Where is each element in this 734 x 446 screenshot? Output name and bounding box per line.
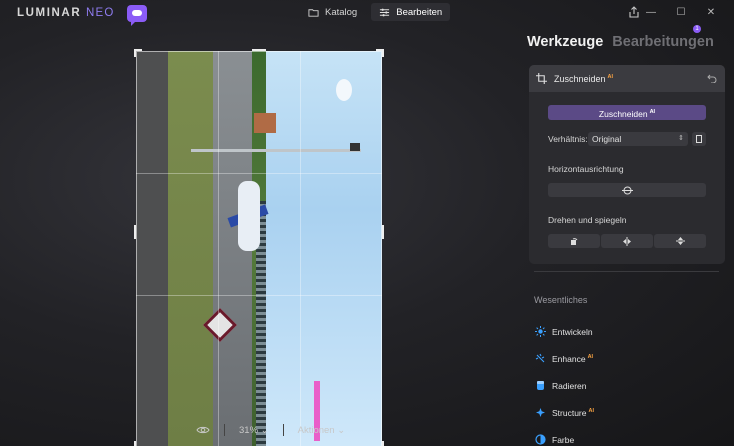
panel-divider <box>534 271 719 272</box>
sparkle-icon <box>535 353 546 364</box>
tool-farbe[interactable]: Farbe <box>535 426 594 446</box>
close-icon[interactable]: ✕ <box>696 5 726 19</box>
photo-road <box>136 51 168 446</box>
actions-label: Aktionen <box>297 424 335 436</box>
tool-label: Farbe <box>552 434 575 445</box>
titlebar: LUMINAR NEO Katalog Bearbeiten — ☐ ✕ <box>0 0 734 27</box>
tab-bearbeiten-label: Bearbeiten <box>396 6 443 18</box>
crop-handle-right[interactable] <box>382 225 384 239</box>
logo-neo-text: NEO <box>86 7 115 19</box>
photo-cloud <box>336 79 352 101</box>
photo-lamp-pole <box>191 149 361 152</box>
ai-badge: AI <box>607 73 614 80</box>
tab-katalog-label: Katalog <box>325 6 358 18</box>
ai-crop-button-label: Zuschneiden <box>598 108 648 119</box>
zoom-select[interactable]: 31% ⌄ <box>239 425 269 436</box>
tab-werkzeuge[interactable]: Werkzeuge <box>527 34 603 50</box>
crop-grid-line <box>218 51 219 446</box>
tool-label: Radieren <box>552 380 587 391</box>
tool-structure[interactable]: Structure AI <box>535 399 594 426</box>
photo-plane <box>238 181 260 251</box>
ai-badge: AI <box>587 353 594 360</box>
minimize-icon[interactable]: — <box>636 5 666 19</box>
flip-vertical-button[interactable] <box>654 234 706 248</box>
tab-bearbeitungen[interactable]: Bearbeitungen <box>612 34 714 50</box>
zoom-value: 31% <box>239 424 259 436</box>
crop-handle-top[interactable] <box>252 49 266 51</box>
photo-lamp <box>350 143 360 151</box>
flip-horizontal-icon <box>623 236 631 246</box>
bottom-toolbar: 31% ⌄ Aktionen ⌄ <box>196 421 345 439</box>
tool-radieren[interactable]: Radieren <box>535 372 594 399</box>
crop-tool-panel: Zuschneiden AI Zuschneiden AI Verhältnis: … <box>529 65 725 264</box>
tool-enhance[interactable]: Enhance AI <box>535 345 594 372</box>
undo-icon[interactable] <box>707 73 717 83</box>
crop-grid-line <box>136 295 382 296</box>
ratio-value: Original <box>592 134 622 144</box>
crop-grid-line <box>136 173 382 174</box>
folder-icon <box>308 8 319 17</box>
window-controls: — ☐ ✕ <box>636 5 726 19</box>
sliders-icon <box>380 8 390 16</box>
tab-bearbeiten[interactable]: Bearbeiten <box>371 3 451 21</box>
ratio-select[interactable]: Original ⇕ <box>588 132 688 146</box>
top-navigation: Katalog Bearbeiten <box>300 3 451 21</box>
horizon-label: Horizontausrichtung <box>548 164 624 174</box>
eraser-icon <box>535 380 546 391</box>
panel-tabs: Werkzeuge Bearbeitungen <box>527 34 714 50</box>
photo-grass <box>168 51 213 446</box>
crop-tool-title: Zuschneiden <box>554 73 606 84</box>
crop-handle-bottom-right[interactable] <box>376 441 384 446</box>
crop-handle-left[interactable] <box>134 225 136 239</box>
rotate-button[interactable] <box>548 234 600 248</box>
flip-vertical-icon <box>675 237 685 245</box>
divider <box>282 424 284 436</box>
ratio-label: Verhältnis: <box>548 134 588 144</box>
horizon-button[interactable] <box>548 183 706 197</box>
essentials-section-title: Wesentliches <box>534 295 588 305</box>
photo-preview[interactable] <box>136 51 382 446</box>
ai-badge: AI <box>588 407 595 414</box>
crop-handle-top-left[interactable] <box>134 49 142 57</box>
eye-icon[interactable] <box>196 425 210 435</box>
tab-katalog[interactable]: Katalog <box>300 3 365 21</box>
essentials-tool-list: Entwickeln Enhance AI Radieren Structure A… <box>535 318 594 446</box>
tool-label: Structure <box>552 407 587 418</box>
maximize-icon[interactable]: ☐ <box>666 5 696 19</box>
divider <box>224 424 225 436</box>
tool-entwickeln[interactable]: Entwickeln <box>535 318 594 345</box>
image-canvas[interactable] <box>0 27 520 446</box>
ai-badge: AI <box>649 109 656 115</box>
portrait-icon <box>696 135 702 143</box>
rotate-label: Drehen und spiegeln <box>548 215 627 225</box>
orientation-button[interactable] <box>692 132 706 146</box>
logo-text: LUMINAR <box>17 7 82 19</box>
app-logo: LUMINAR NEO <box>17 7 115 19</box>
flip-horizontal-button[interactable] <box>601 234 653 248</box>
chevron-updown-icon: ⇕ <box>678 135 684 142</box>
crop-icon <box>536 73 547 84</box>
tool-label: Entwickeln <box>552 326 593 337</box>
chevron-down-icon: ⌄ <box>334 424 346 436</box>
chat-icon[interactable] <box>127 5 147 26</box>
rotate-icon <box>570 237 577 245</box>
color-icon <box>535 434 546 445</box>
structure-icon <box>535 407 546 418</box>
crop-handle-top-right[interactable] <box>376 49 384 57</box>
horizon-icon <box>621 186 633 194</box>
photo-building <box>254 113 276 133</box>
crop-tool-header[interactable]: Zuschneiden AI <box>529 65 725 92</box>
tool-label: Enhance <box>552 353 586 364</box>
chevron-down-icon: ⌄ <box>258 424 269 436</box>
edits-count-badge: 1 <box>693 25 701 33</box>
sun-icon <box>535 326 546 337</box>
crop-grid-line <box>300 51 301 446</box>
crop-handle-bottom-left[interactable] <box>134 441 142 446</box>
actions-menu[interactable]: Aktionen ⌄ <box>298 425 346 436</box>
ai-crop-button[interactable]: Zuschneiden AI <box>548 105 706 120</box>
